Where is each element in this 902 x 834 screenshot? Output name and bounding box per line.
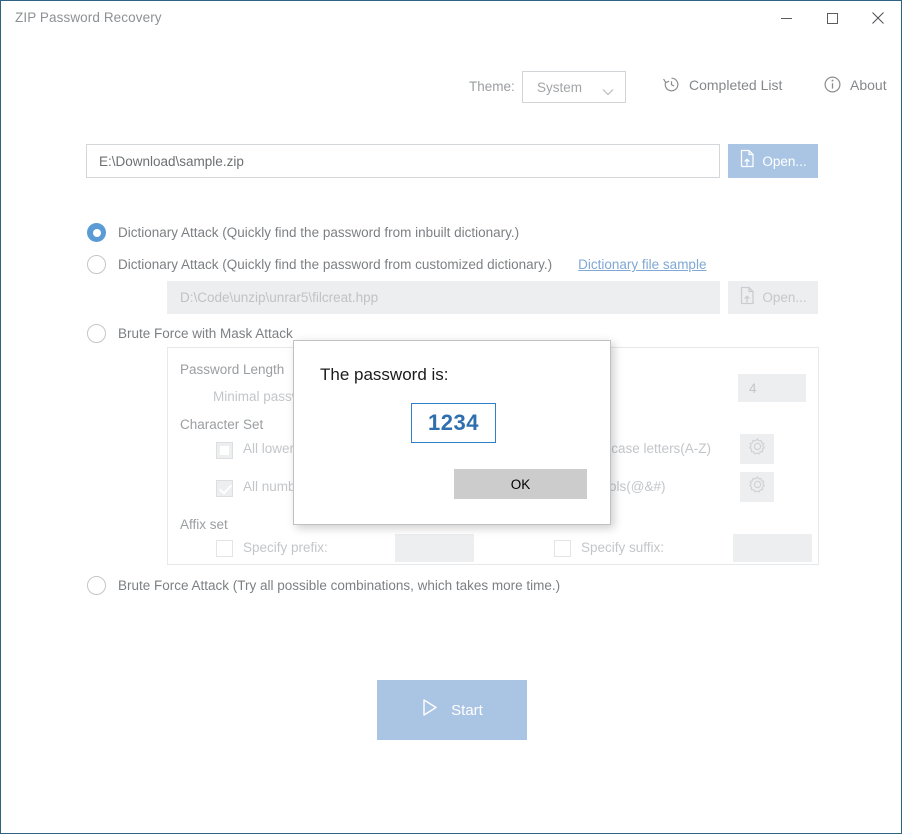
password-result-dialog: The password is: 1234 OK (293, 340, 611, 525)
theme-select[interactable]: System (522, 71, 626, 103)
file-open-icon (739, 286, 756, 310)
open-zip-button[interactable]: Open... (728, 144, 818, 178)
symbols-settings-button[interactable] (740, 472, 774, 502)
zip-file-path: E:\Download\sample.zip (99, 153, 244, 169)
title-bar: ZIP Password Recovery (1, 1, 901, 37)
password-value: 1234 (428, 410, 479, 435)
checkbox-all-lowercase[interactable] (216, 442, 233, 459)
minimal-password-length-value: 4 (749, 380, 757, 396)
dialog-title: The password is: (320, 365, 449, 384)
about-label: About (850, 76, 887, 93)
ok-label: OK (510, 476, 531, 492)
close-button[interactable] (855, 1, 901, 35)
suffix-input[interactable] (733, 534, 812, 562)
checkbox-specify-prefix[interactable] (216, 540, 233, 557)
dictionary-file-input[interactable]: D:\Code\unzip\unrar5\filcreat.hpp (167, 281, 720, 314)
open-zip-label: Open... (762, 153, 807, 169)
start-button[interactable]: Start (377, 680, 527, 740)
open-dictionary-button[interactable]: Open... (728, 281, 818, 314)
dictionary-file-row: D:\Code\unzip\unrar5\filcreat.hpp Open..… (167, 281, 818, 314)
completed-list-button[interactable]: Completed List (662, 75, 782, 94)
attack-label-brute-force: Brute Force Attack (Try all possible com… (118, 578, 561, 593)
open-dictionary-label: Open... (762, 290, 807, 305)
radio-dictionary-inbuilt[interactable] (87, 223, 106, 242)
maximize-icon (826, 12, 838, 24)
window-title: ZIP Password Recovery (15, 10, 162, 25)
attack-label-brute-force-mask: Brute Force with Mask Attack (118, 326, 293, 341)
zip-file-input[interactable]: E:\Download\sample.zip (86, 144, 720, 178)
gear-icon (748, 475, 767, 499)
about-button[interactable]: About (823, 75, 887, 94)
label-specify-prefix: Specify prefix: (243, 540, 328, 555)
dictionary-file-sample-link[interactable]: Dictionary file sample (578, 257, 706, 272)
close-icon (872, 12, 884, 24)
checkbox-specify-suffix[interactable] (554, 540, 571, 557)
file-select-row: E:\Download\sample.zip Open... (86, 144, 818, 178)
minimal-password-length-input[interactable]: 4 (738, 374, 806, 402)
attack-option-dictionary-custom[interactable]: Dictionary Attack (Quickly find the pass… (87, 255, 706, 274)
attack-option-brute-force[interactable]: Brute Force Attack (Try all possible com… (87, 576, 560, 595)
header-bar: Theme: System Completed List About (1, 37, 901, 103)
maximize-button[interactable] (809, 1, 855, 35)
attack-option-dictionary-inbuilt[interactable]: Dictionary Attack (Quickly find the pass… (87, 223, 519, 242)
uppercase-settings-button[interactable] (740, 434, 774, 464)
password-length-title: Password Length (180, 362, 285, 377)
character-set-title: Character Set (180, 417, 264, 432)
file-open-icon (739, 149, 756, 173)
minimize-button[interactable] (763, 1, 809, 35)
password-value-box[interactable]: 1234 (411, 403, 496, 443)
dictionary-file-path: D:\Code\unzip\unrar5\filcreat.hpp (180, 290, 379, 305)
theme-selected-value: System (537, 79, 583, 95)
attack-option-brute-force-mask[interactable]: Brute Force with Mask Attack (87, 324, 293, 343)
minimize-icon (780, 13, 792, 24)
chevron-down-icon (602, 83, 614, 101)
ok-button[interactable]: OK (454, 469, 587, 499)
label-specify-suffix: Specify suffix: (581, 540, 665, 555)
checkbox-all-numbers[interactable] (216, 480, 233, 497)
window-controls (763, 1, 901, 35)
attack-label-dictionary-custom: Dictionary Attack (Quickly find the pass… (118, 257, 553, 272)
completed-list-label: Completed List (689, 76, 783, 93)
history-icon (662, 75, 681, 94)
gear-icon (748, 437, 767, 461)
start-label: Start (451, 701, 483, 719)
theme-label: Theme: (469, 79, 515, 94)
radio-brute-force-mask[interactable] (87, 324, 106, 343)
attack-label-dictionary-inbuilt: Dictionary Attack (Quickly find the pass… (118, 225, 520, 240)
app-window: ZIP Password Recovery Theme: System Comp… (0, 0, 902, 834)
radio-brute-force[interactable] (87, 576, 106, 595)
radio-dictionary-custom[interactable] (87, 255, 106, 274)
play-icon (421, 698, 438, 722)
affix-set-title: Affix set (180, 517, 228, 532)
prefix-input[interactable] (395, 534, 474, 562)
info-icon (823, 75, 842, 94)
